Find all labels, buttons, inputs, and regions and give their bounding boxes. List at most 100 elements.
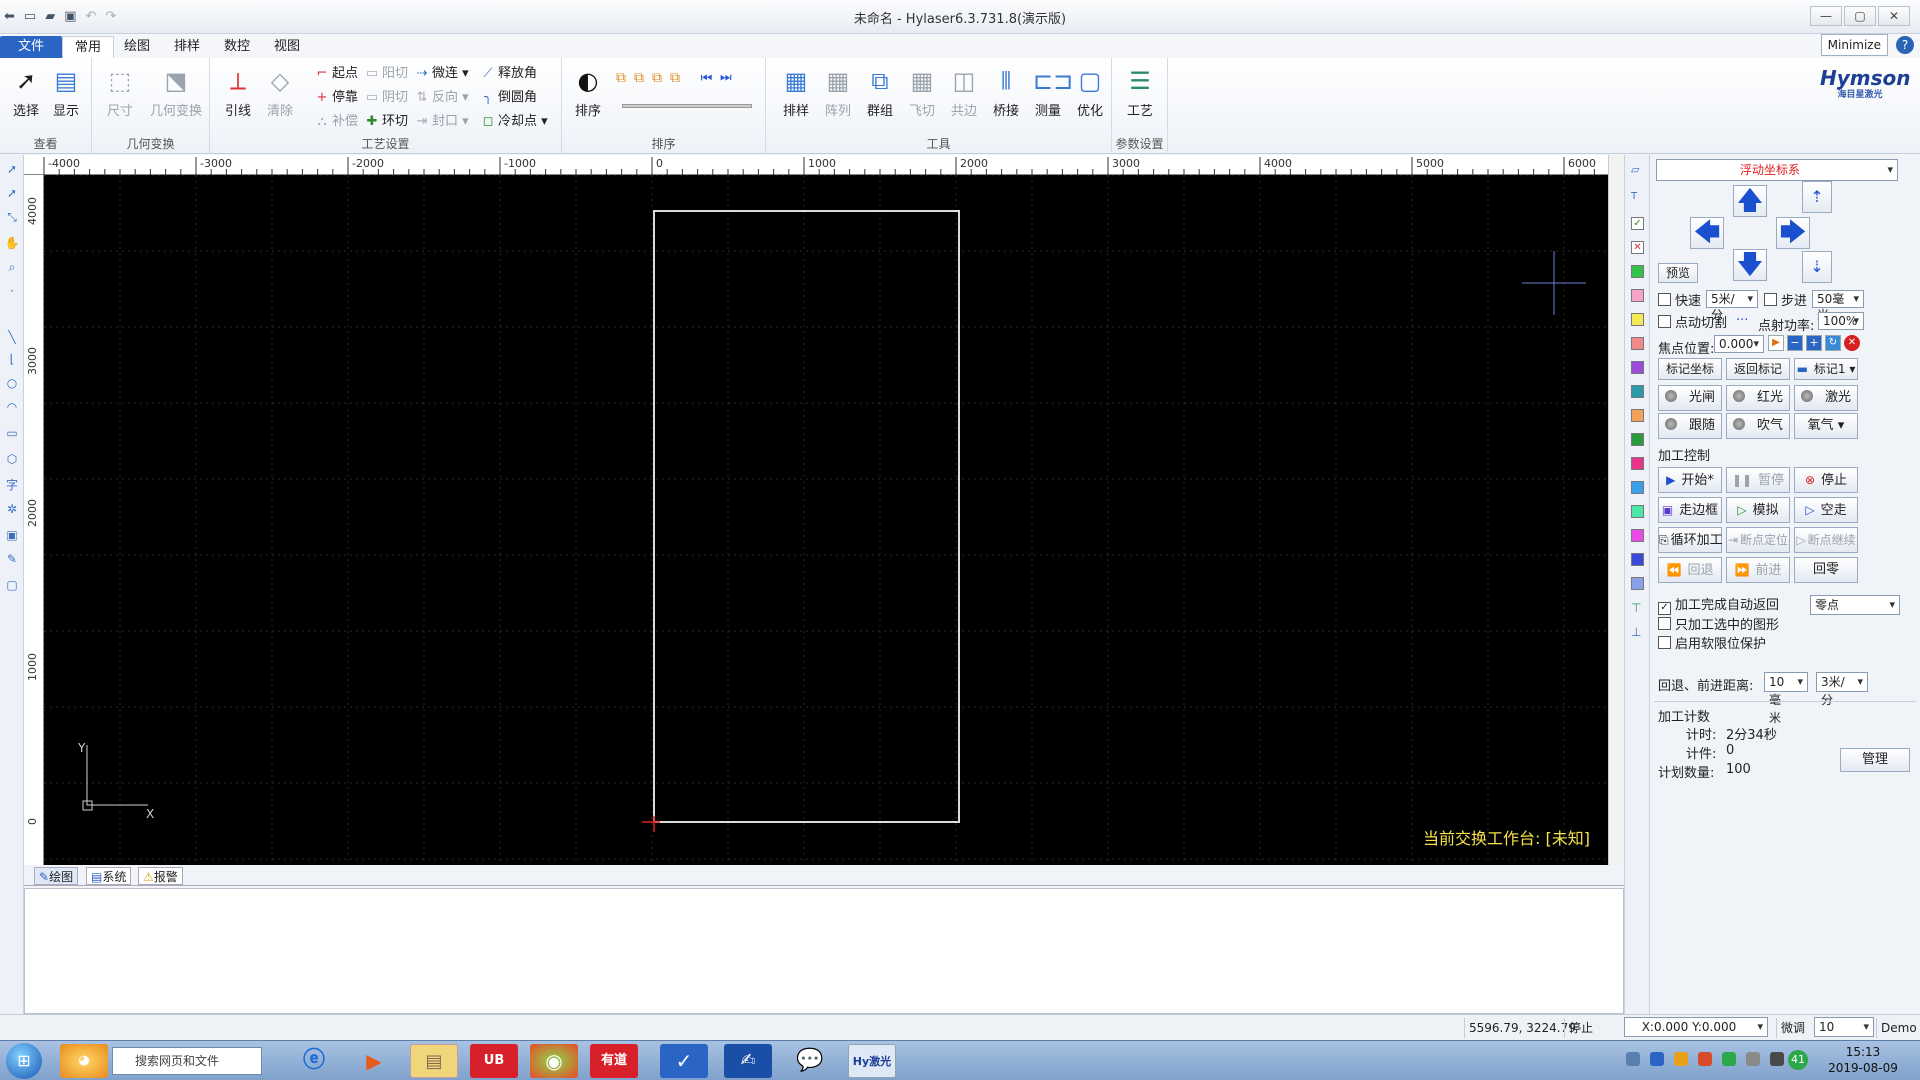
- wechat-icon[interactable]: 💬: [786, 1044, 834, 1078]
- lead-button[interactable]: ⟂ 引线: [218, 66, 258, 119]
- sort-tool-icon[interactable]: ⤡: [4, 209, 20, 225]
- blow-toggle[interactable]: 吹气: [1726, 413, 1790, 439]
- layer-color-swatch[interactable]: [1631, 433, 1644, 446]
- tab-system-log[interactable]: ▤系统: [86, 867, 132, 885]
- pause-button[interactable]: ❚❚ 暂停: [1726, 467, 1790, 493]
- geo-transform-button[interactable]: ⬔ 几何变换: [146, 66, 206, 119]
- hylaser-taskbar-button[interactable]: Hy激光: [848, 1044, 896, 1078]
- sort-slider[interactable]: [622, 104, 752, 108]
- common-edge-button[interactable]: ◫ 共边: [944, 66, 984, 119]
- bridge-button[interactable]: ⫴ 桥接: [986, 66, 1026, 119]
- display-button[interactable]: ▤ 显示: [46, 66, 86, 119]
- tab-drawing-log[interactable]: ✎绘图: [34, 867, 79, 885]
- mark1-select[interactable]: ▬ 标记1 ▾: [1794, 358, 1858, 380]
- layer-color-swatch[interactable]: [1631, 409, 1644, 422]
- focus-play-icon[interactable]: ▶: [1768, 335, 1784, 351]
- pulse-power-select[interactable]: 100%: [1818, 312, 1864, 330]
- layer-color-swatch[interactable]: [1631, 313, 1644, 326]
- focus-close-icon[interactable]: ✕: [1844, 335, 1860, 351]
- node-edit-icon[interactable]: ➚: [4, 185, 20, 201]
- z-up-button[interactable]: ⇡: [1802, 181, 1832, 213]
- tab-file[interactable]: 文件: [0, 36, 63, 58]
- fly-cut-button[interactable]: ▦ 飞切: [902, 66, 942, 119]
- array-button[interactable]: ▦ 阵列: [818, 66, 858, 119]
- breakpoint-locate-button[interactable]: ⇥ 断点定位: [1726, 527, 1790, 553]
- tab-cnc[interactable]: 数控: [212, 36, 262, 58]
- start-point-button[interactable]: ⌐ 起点: [314, 64, 358, 84]
- auto-return-checkbox[interactable]: 加工完成自动返回: [1658, 598, 1779, 614]
- media-player-icon[interactable]: ▶: [350, 1044, 398, 1078]
- layer-color-swatch[interactable]: [1631, 481, 1644, 494]
- release-angle-button[interactable]: ⟋ 释放角: [480, 64, 537, 84]
- layer-stack-icon[interactable]: ▱: [1631, 163, 1644, 176]
- focus-plus-icon[interactable]: +: [1806, 335, 1822, 351]
- only-selected-checkbox[interactable]: 只加工选中的图形: [1658, 617, 1779, 633]
- stop-button[interactable]: ⊗ 停止: [1794, 467, 1858, 493]
- clock[interactable]: 15:13 2019-08-09: [1818, 1044, 1908, 1076]
- start-button[interactable]: ▶ 开始*: [1658, 467, 1722, 493]
- distance-select[interactable]: 10毫米: [1764, 672, 1808, 725]
- sign-app-icon[interactable]: ✍: [724, 1044, 772, 1078]
- sort-button[interactable]: ◐ 排序: [568, 66, 608, 119]
- clear-button[interactable]: ◇ 清除: [260, 66, 300, 119]
- z-down-button[interactable]: ⇣: [1802, 251, 1832, 283]
- polyline-icon[interactable]: ⌊: [4, 351, 20, 367]
- pulse-cut-checkbox[interactable]: 点动切割: [1658, 315, 1727, 331]
- layer-color-swatch[interactable]: [1631, 361, 1644, 374]
- tray-icon[interactable]: [1722, 1052, 1736, 1066]
- compensation-button[interactable]: ⛬ 补偿: [314, 112, 358, 132]
- mark-coord-button[interactable]: 标记坐标: [1658, 358, 1722, 380]
- image-icon[interactable]: ▣: [4, 527, 20, 543]
- follow-toggle[interactable]: 跟随: [1658, 413, 1722, 439]
- home-button[interactable]: 回零: [1794, 557, 1858, 583]
- measure-button[interactable]: ⊏⊐ 测量: [1028, 66, 1073, 119]
- size-button[interactable]: ⬚ 尺寸: [100, 66, 140, 119]
- text-icon[interactable]: 字: [4, 477, 20, 493]
- line-icon[interactable]: ╲: [4, 329, 20, 345]
- move-down-button[interactable]: 🡇: [1733, 249, 1767, 281]
- seal-button[interactable]: ⇥ 封口 ▾: [414, 112, 469, 132]
- simulate-button[interactable]: ▷ 模拟: [1726, 497, 1790, 523]
- polygon-icon[interactable]: ⬡: [4, 451, 20, 467]
- process-params-button[interactable]: ☰ 工艺: [1120, 66, 1160, 119]
- browser-app-icon[interactable]: ◉: [530, 1044, 578, 1078]
- output-panel[interactable]: [24, 888, 1624, 1014]
- fine-adjust-select[interactable]: 10: [1814, 1017, 1874, 1037]
- arc-icon[interactable]: ◠: [4, 399, 20, 415]
- shutter-toggle[interactable]: 光闸: [1658, 385, 1722, 411]
- tray-icon[interactable]: [1674, 1052, 1688, 1066]
- point-icon[interactable]: ·: [4, 283, 20, 299]
- nesting-button[interactable]: ▦ 排样: [776, 66, 816, 119]
- part-rectangle[interactable]: [653, 210, 960, 823]
- layer-color-swatch[interactable]: [1631, 577, 1644, 590]
- layer-bottom-icon[interactable]: ⊥: [1631, 625, 1644, 639]
- ring-cut-button[interactable]: ✚ 环切: [364, 112, 408, 132]
- forward-button[interactable]: ⏩ 前进: [1726, 557, 1790, 583]
- pulse-settings-button[interactable]: ···: [1736, 313, 1748, 328]
- tray-icon[interactable]: [1650, 1052, 1664, 1066]
- fast-checkbox[interactable]: 快速: [1658, 293, 1701, 309]
- tab-view[interactable]: 视图: [262, 36, 312, 58]
- close-window-button[interactable]: ✕: [1878, 6, 1910, 26]
- taskbar-search-input[interactable]: 搜索网页和文件: [112, 1047, 262, 1075]
- loop-process-button[interactable]: ⎘ 循环加工: [1658, 527, 1723, 553]
- zoom-icon[interactable]: ⌕: [4, 259, 20, 275]
- soft-limit-checkbox[interactable]: 启用软限位保护: [1658, 636, 1766, 652]
- tray-icon[interactable]: [1746, 1052, 1760, 1066]
- position-readout-select[interactable]: X:0.000 Y:0.000: [1624, 1017, 1768, 1037]
- youdao-app-icon[interactable]: 有道: [590, 1044, 638, 1078]
- layer-color-swatch[interactable]: [1631, 457, 1644, 470]
- step-value-select[interactable]: 50毫米: [1812, 290, 1864, 322]
- tray-badge[interactable]: 41: [1788, 1050, 1808, 1070]
- start-button[interactable]: ⊞: [6, 1043, 42, 1079]
- manage-button[interactable]: 管理: [1840, 748, 1910, 772]
- volume-icon[interactable]: [1770, 1052, 1784, 1066]
- micro-joint-button[interactable]: ⇢ 微连 ▾: [414, 64, 469, 84]
- stop-point-button[interactable]: + 停靠: [314, 88, 358, 108]
- layer-color-swatch[interactable]: [1631, 553, 1644, 566]
- rectangle-icon[interactable]: ▭: [4, 425, 20, 441]
- layer-color-swatch[interactable]: [1631, 337, 1644, 350]
- circle-icon[interactable]: ○: [4, 375, 20, 391]
- tab-alarm-log[interactable]: ⚠报警: [138, 867, 183, 885]
- step-checkbox[interactable]: 步进: [1764, 293, 1807, 309]
